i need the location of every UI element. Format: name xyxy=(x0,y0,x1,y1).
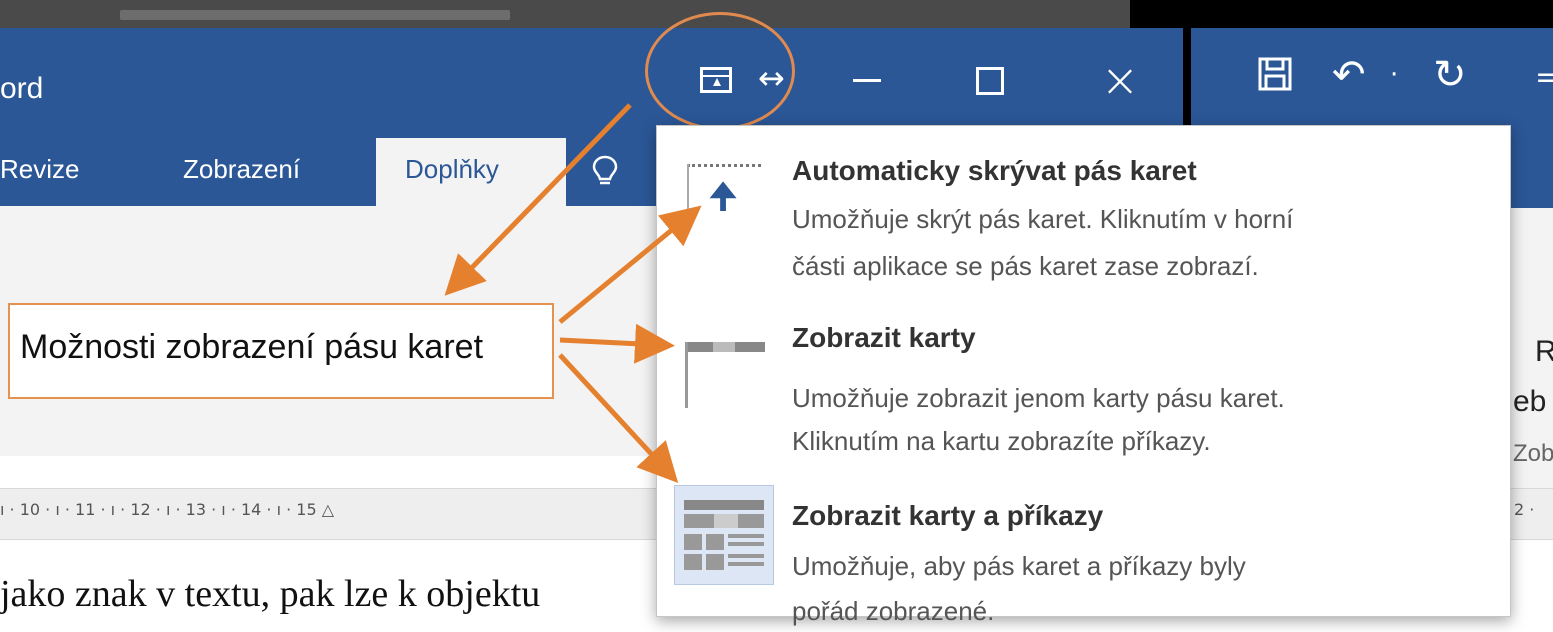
arrow-to-show-all xyxy=(558,353,679,484)
arrow-to-autohide xyxy=(558,205,702,324)
annotation-arrows xyxy=(444,103,702,484)
arrow-to-callout xyxy=(444,103,632,296)
arrow-to-show-tabs xyxy=(559,323,675,364)
